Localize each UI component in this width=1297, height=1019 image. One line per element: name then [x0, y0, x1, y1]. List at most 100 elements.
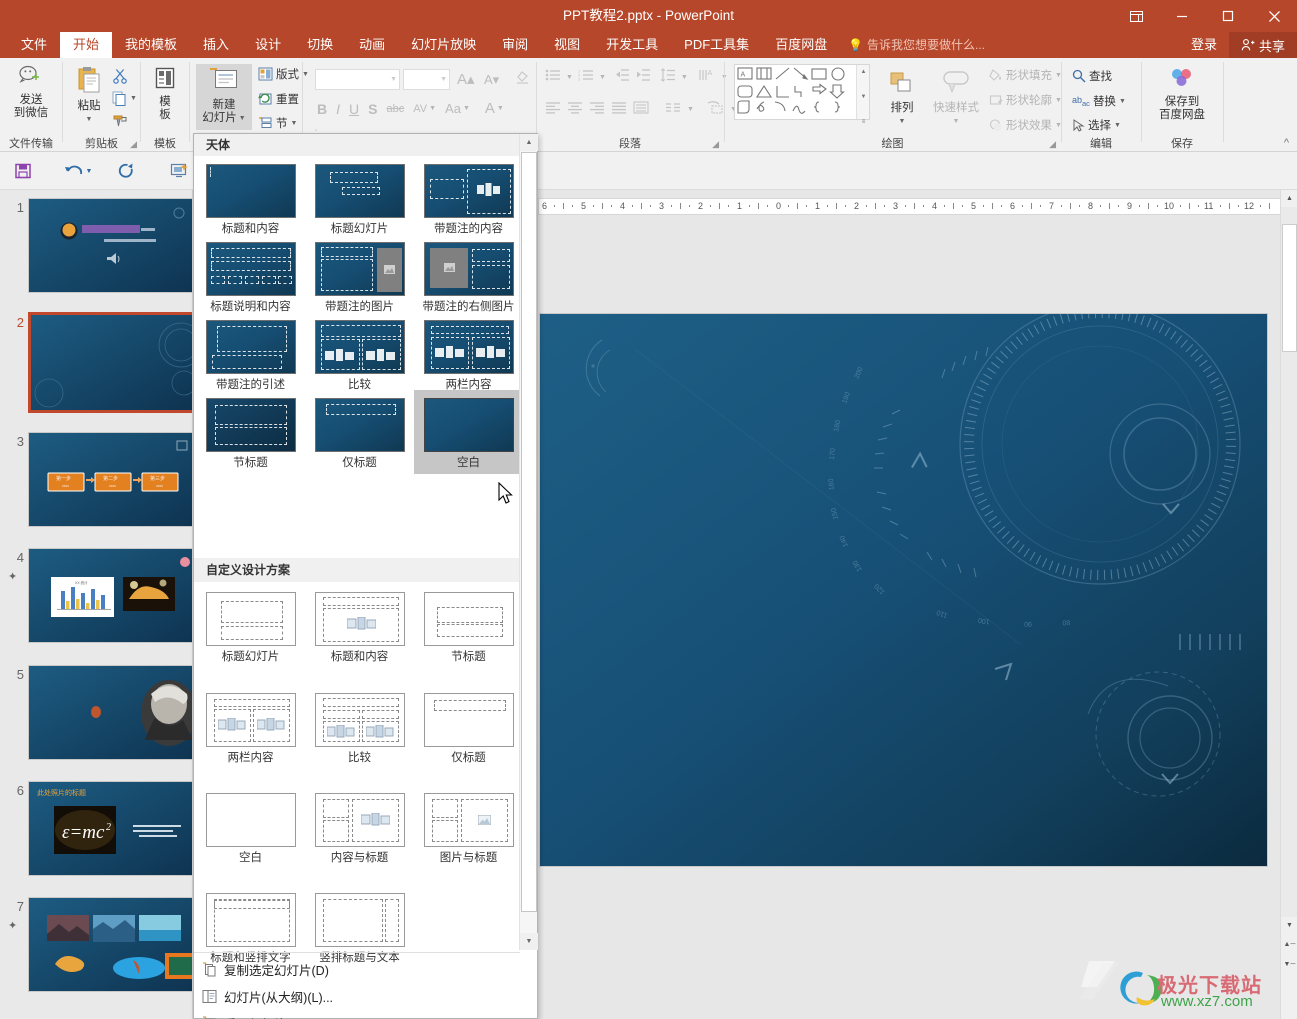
justify-button[interactable]	[611, 101, 627, 119]
slide-editing-canvas[interactable]: 200 190 180 170 160 150 140 130 120 110 …	[540, 314, 1267, 866]
thumbnail-preview[interactable]	[28, 198, 192, 293]
text-direction-button[interactable]: A	[698, 68, 716, 87]
slide-thumbnail-panel[interactable]: 1 2 3 第一步 第二步 第三步 xxxx xxxx xxxx 4 ✦ XX …	[0, 190, 193, 1019]
template-button[interactable]: 模 板	[149, 66, 181, 122]
layout-option-comparison[interactable]: 比较	[305, 314, 414, 392]
layout-option-custom-section[interactable]: 节标题	[414, 586, 523, 664]
shape-effects-button[interactable]: 形状效果 ▼	[989, 117, 1062, 133]
align-center-button[interactable]	[567, 101, 583, 119]
italic-button[interactable]: I	[336, 101, 340, 117]
thumbnail-preview[interactable]: XX 统计	[28, 548, 192, 643]
underline-button[interactable]: U	[349, 101, 359, 117]
grow-font-button[interactable]: A▴	[457, 70, 475, 89]
tab-review[interactable]: 审阅	[489, 32, 541, 58]
chevron-down-icon[interactable]: ▼	[291, 120, 298, 127]
font-name-input[interactable]: ▼	[315, 69, 400, 90]
tab-my-template[interactable]: 我的模板	[112, 32, 190, 58]
maximize-icon[interactable]	[1205, 0, 1251, 32]
redo-button[interactable]	[114, 160, 138, 182]
scrollbar-thumb[interactable]	[521, 152, 537, 912]
thumbnail-item-5[interactable]: 5	[0, 665, 192, 762]
layout-option-custom-title-vertical-text[interactable]: 标题和竖排文字	[196, 887, 305, 965]
layout-option-custom-picture-with-caption[interactable]: 图片与标题	[414, 787, 523, 865]
layout-option-content-with-caption[interactable]: 带题注的内容	[414, 158, 523, 236]
chevron-down-icon[interactable]: ▼	[899, 115, 906, 128]
thumbnail-item-4[interactable]: 4 ✦ XX 统计	[0, 548, 192, 645]
menu-item-slides-from-outline[interactable]: 幻灯片(从大纲)(L)...	[194, 983, 537, 1009]
thumbnail-item-1[interactable]: 1	[0, 198, 192, 295]
layout-option-section-header[interactable]: 节标题	[196, 392, 305, 470]
tell-me-box[interactable]: 💡 告诉我您想要做什么...	[848, 32, 985, 58]
chevron-down-icon[interactable]: ▼	[440, 76, 447, 83]
tab-baidu-netdisk[interactable]: 百度网盘	[762, 32, 840, 58]
chevron-down-icon[interactable]: ▼	[687, 106, 694, 113]
chevron-down-icon[interactable]: ▼	[857, 90, 870, 103]
scrollbar-thumb[interactable]	[1282, 224, 1297, 352]
layout-option-custom-title-only[interactable]: 仅标题	[414, 687, 523, 765]
new-slide-button[interactable]: 新建 幻灯片 ▼	[196, 64, 252, 130]
chevron-down-icon[interactable]: ▼	[1119, 98, 1126, 105]
thumbnail-item-6[interactable]: 6 此处照片的标题 ε=mc 2	[0, 781, 192, 878]
scroll-down-icon[interactable]: ▼	[520, 933, 538, 950]
cut-button[interactable]	[112, 68, 129, 90]
strikethrough-button[interactable]: abc	[386, 103, 404, 115]
menu-item-duplicate-slide[interactable]: 复制选定幻灯片(D)	[194, 956, 537, 982]
font-size-input[interactable]: ▼	[403, 69, 450, 90]
layout-option-custom-two-content[interactable]: 两栏内容	[196, 687, 305, 765]
previous-slide-icon[interactable]: ▲─	[1281, 936, 1297, 953]
align-right-button[interactable]	[589, 101, 605, 119]
layout-option-title-only[interactable]: 仅标题	[305, 392, 414, 470]
tab-pdf-tools[interactable]: PDF工具集	[671, 32, 762, 58]
shapes-gallery-scrollbar[interactable]: ▲ ▼ ≡	[856, 65, 870, 125]
layout-option-quote-with-caption[interactable]: 带题注的引述	[196, 314, 305, 392]
sign-in-button[interactable]: 登录	[1179, 32, 1229, 58]
menu-item-reuse-slides[interactable]: 重用幻灯片(R)...	[194, 1010, 537, 1019]
minimize-icon[interactable]	[1159, 0, 1205, 32]
gallery-scrollbar[interactable]: ▲ ▼	[519, 134, 538, 950]
thumbnail-preview[interactable]: 第一步 第二步 第三步 xxxx xxxx xxxx	[28, 432, 192, 527]
scroll-up-icon[interactable]: ▲	[1281, 190, 1297, 207]
tab-file[interactable]: 文件	[8, 32, 60, 58]
scroll-up-icon[interactable]: ▲	[857, 65, 870, 78]
thumbnail-preview[interactable]	[28, 665, 192, 760]
distribute-button[interactable]	[633, 101, 649, 119]
shapes-more-icon[interactable]: ≡	[857, 115, 870, 128]
layout-option-picture-right-with-caption[interactable]: 带题注的右侧图片	[414, 236, 523, 314]
new-slide-layout-gallery[interactable]: 天体 标题和内容 标题幻灯片 带题注的内容 标题说明和内容 带题注的图片 带题注…	[193, 133, 538, 1019]
save-button[interactable]	[11, 160, 35, 182]
shadow-button[interactable]: S	[368, 101, 377, 117]
next-slide-icon[interactable]: ▼─	[1281, 956, 1297, 973]
font-color-button[interactable]: A ▼	[485, 100, 504, 117]
chevron-down-icon[interactable]: ▼	[566, 74, 573, 81]
find-button[interactable]: 查找	[1072, 68, 1112, 84]
shape-outline-button[interactable]: 形状轮廓 ▼	[989, 92, 1062, 108]
layout-option-custom-content-with-caption[interactable]: 内容与标题	[305, 787, 414, 865]
collapse-ribbon-icon[interactable]: ^	[1284, 137, 1289, 149]
decrease-indent-button[interactable]	[614, 68, 630, 87]
layout-option-two-content[interactable]: 两栏内容	[414, 314, 523, 392]
columns-button[interactable]	[665, 101, 681, 119]
chevron-down-icon[interactable]: ▼	[130, 95, 137, 102]
share-button[interactable]: 共享	[1228, 32, 1297, 58]
change-case-button[interactable]: Aa ▼	[445, 101, 470, 116]
tab-transitions[interactable]: 切换	[294, 32, 346, 58]
paragraph-dialog-launcher[interactable]: ◢	[712, 139, 719, 150]
paste-button[interactable]: 粘贴 ▼	[69, 66, 109, 126]
drawing-dialog-launcher[interactable]: ◢	[1049, 139, 1056, 150]
layout-option-custom-blank[interactable]: 空白	[196, 787, 305, 865]
numbering-button[interactable]: 123	[578, 68, 594, 87]
layout-option-picture-with-caption[interactable]: 带题注的图片	[305, 236, 414, 314]
shrink-font-button[interactable]: A▾	[484, 71, 499, 89]
undo-button[interactable]: ▼	[61, 160, 95, 182]
canvas-vertical-scrollbar[interactable]: ▲ ▼ ▲─ ▼─	[1280, 190, 1297, 1019]
select-button[interactable]: 选择 ▼	[1072, 117, 1121, 133]
save-to-baidu-netdisk-button[interactable]: 保存到 百度网盘	[1152, 66, 1212, 122]
start-slideshow-button[interactable]	[168, 160, 192, 182]
chevron-down-icon[interactable]: ▼	[953, 115, 960, 128]
convert-to-smartart-button[interactable]	[706, 100, 724, 119]
chevron-down-icon[interactable]: ▼	[86, 113, 93, 126]
thumbnail-preview-selected[interactable]	[28, 312, 192, 413]
arrange-button[interactable]: 排列 ▼	[880, 70, 924, 128]
chevron-down-icon[interactable]: ▼	[239, 112, 246, 125]
chevron-down-icon[interactable]: ▼	[390, 76, 397, 83]
